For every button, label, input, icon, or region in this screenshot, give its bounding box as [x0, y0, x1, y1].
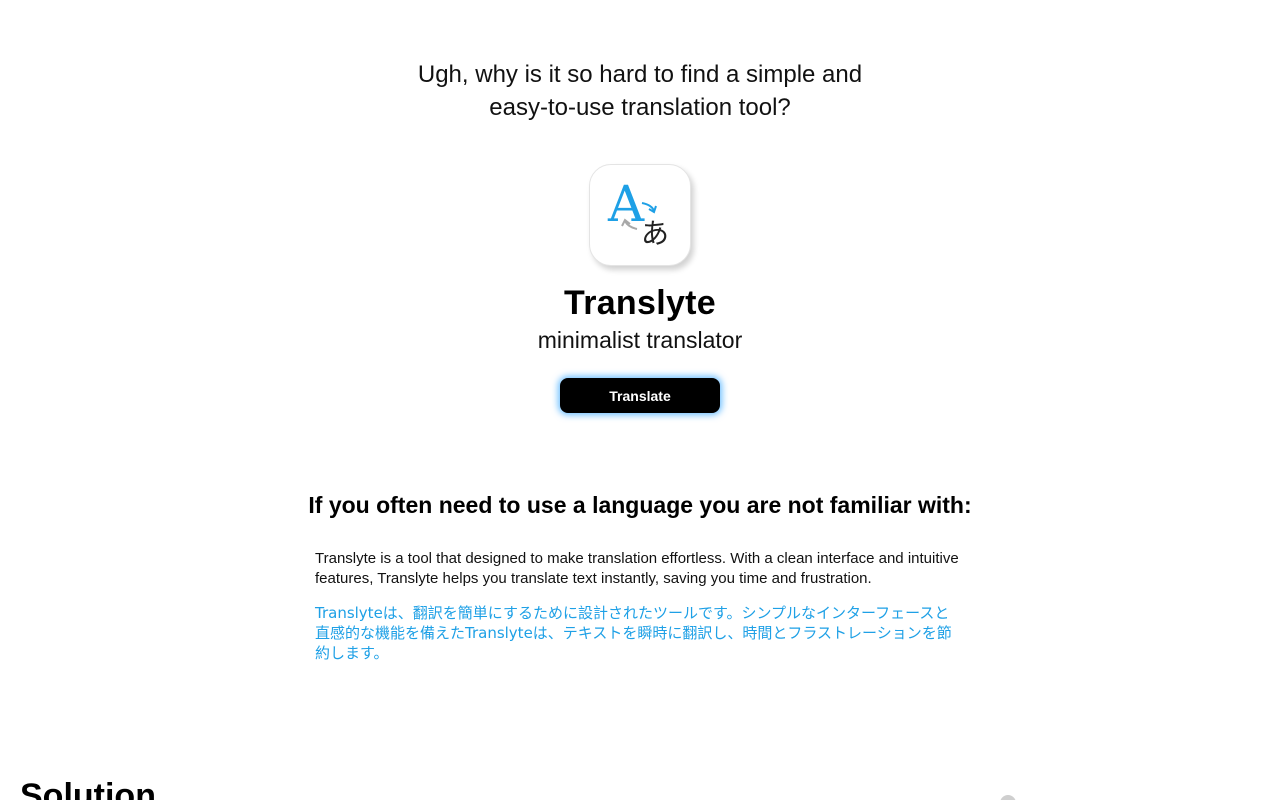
- japanese-letter-glyph: あ: [641, 217, 669, 250]
- app-tagline: minimalist translator: [537, 327, 743, 353]
- translate-app-icon: A あ: [589, 164, 691, 266]
- translate-button[interactable]: Translate: [560, 378, 720, 413]
- solution-heading: Solution: [20, 777, 156, 800]
- description-japanese: Translyteは、翻訳を簡単にするために設計されたツールです。シンプルなイン…: [315, 604, 952, 662]
- scroll-indicator-dot[interactable]: [1000, 795, 1016, 800]
- section-heading: If you often need to use a language you …: [308, 492, 972, 518]
- hero-question-line-2: easy-to-use translation tool?: [489, 94, 791, 121]
- hero-question-line-1: Ugh, why is it so hard to find a simple …: [417, 61, 863, 88]
- translate-glyph-icon: A あ: [607, 175, 669, 250]
- landing-page: Ugh, why is it so hard to find a simple …: [0, 0, 1280, 800]
- hero-question: Ugh, why is it so hard to find a simple …: [0, 58, 1280, 124]
- app-name: Translyte: [564, 284, 716, 322]
- latin-letter-glyph: A: [607, 175, 645, 233]
- description-english: Translyte is a tool that designed to mak…: [315, 550, 959, 587]
